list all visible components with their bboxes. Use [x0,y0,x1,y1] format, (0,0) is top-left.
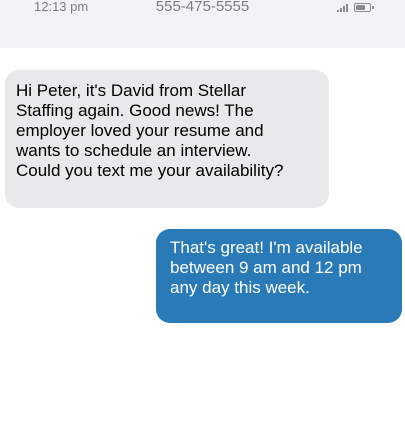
message-bubble-received[interactable]: Hi Peter, it's David from Stellar Staffi… [5,70,329,208]
signal-bars-icon [337,4,348,12]
status-bar: 12:13 pm 555-475-5555 [0,0,405,48]
status-indicators [337,3,374,12]
message-bubble-sent[interactable]: That's great! I'm available between 9 am… [156,229,402,323]
battery-icon [354,3,374,12]
